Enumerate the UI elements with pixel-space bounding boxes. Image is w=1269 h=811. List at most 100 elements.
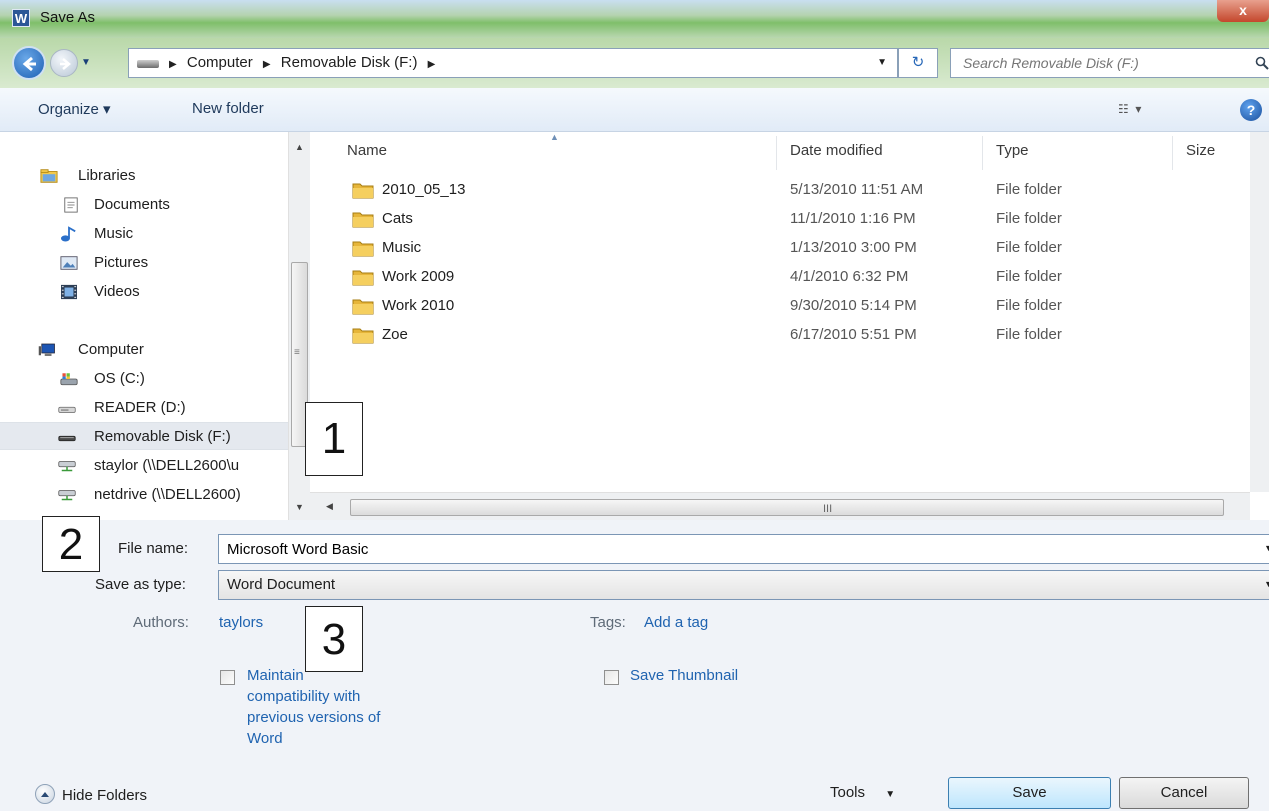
file-name-field[interactable]: ▼: [218, 534, 1269, 564]
nav-item-netdrive-network[interactable]: netdrive (\\DELL2600): [0, 481, 288, 509]
column-header-size[interactable]: Size: [1186, 142, 1215, 159]
file-name: Zoe: [382, 326, 408, 343]
column-header-date-modified[interactable]: Date modified: [790, 142, 883, 159]
address-dropdown-icon[interactable]: ▼: [877, 57, 887, 68]
pictures-icon: [60, 256, 78, 270]
network-drive-icon: [58, 461, 76, 472]
file-row[interactable]: Cats 11/1/2010 1:16 PM File folder: [310, 205, 1269, 233]
authors-label: Authors:: [133, 614, 189, 631]
maintain-compatibility-label[interactable]: Maintain compatibility with previous ver…: [247, 665, 380, 749]
authors-link[interactable]: taylors: [219, 614, 263, 631]
file-date-modified: 4/1/2010 6:32 PM: [790, 268, 909, 285]
window-title: Save As: [40, 9, 96, 26]
breadcrumb-removable-disk[interactable]: Removable Disk (F:): [281, 54, 418, 71]
search-icon: [1255, 56, 1269, 70]
hide-folders-icon[interactable]: [35, 784, 55, 804]
back-button[interactable]: [12, 46, 46, 80]
chevron-down-icon[interactable]: ▼: [1264, 543, 1269, 553]
file-list-vertical-scrollbar[interactable]: [1250, 132, 1269, 492]
chevron-down-icon: ▼: [885, 789, 896, 800]
nav-item-staylor-network[interactable]: staylor (\\DELL2600\u: [0, 452, 288, 480]
chevron-down-icon[interactable]: ▼: [1264, 579, 1269, 589]
nav-item-music[interactable]: Music: [0, 220, 288, 248]
save-thumbnail-checkbox[interactable]: [604, 670, 619, 685]
save-as-type-select[interactable]: Word Document ▼: [218, 570, 1269, 600]
scroll-up-arrow-icon[interactable]: ▲: [295, 142, 304, 152]
breadcrumb[interactable]: ▶ Computer ▶ Removable Disk (F:) ▶ ▼: [128, 48, 898, 78]
address-row: ▼ ▶ Computer ▶ Removable Disk (F:) ▶ ▼ ↻: [0, 38, 1269, 88]
videos-icon: [61, 284, 77, 300]
file-row[interactable]: Zoe 6/17/2010 5:51 PM File folder: [310, 321, 1269, 349]
save-thumbnail-label[interactable]: Save Thumbnail: [630, 665, 738, 686]
file-name: Cats: [382, 210, 413, 227]
os-drive-icon: [60, 373, 78, 386]
organize-button[interactable]: Organize ▾: [38, 100, 111, 118]
file-type: File folder: [996, 326, 1062, 343]
breadcrumb-separator-icon[interactable]: ▶: [428, 59, 436, 70]
folder-icon: [352, 299, 374, 315]
file-row[interactable]: 2010_05_13 5/13/2010 11:51 AM File folder: [310, 176, 1269, 204]
tools-button[interactable]: Tools ▼: [830, 784, 895, 801]
scroll-grip-icon: III: [823, 503, 833, 515]
view-options-icon[interactable]: ☷ ▾: [1118, 102, 1141, 116]
nav-item-libraries[interactable]: Libraries: [0, 162, 288, 190]
column-divider[interactable]: [982, 136, 983, 170]
callout-1: 1: [305, 402, 363, 476]
nav-item-reader-drive[interactable]: READER (D:): [0, 394, 288, 422]
new-folder-button[interactable]: New folder: [192, 100, 264, 117]
column-header-type[interactable]: Type: [996, 142, 1029, 159]
close-button[interactable]: x: [1217, 0, 1269, 22]
save-as-type-value: Word Document: [227, 576, 336, 593]
removable-disk-icon: [58, 435, 76, 442]
reader-drive-icon: [58, 406, 76, 413]
cancel-button[interactable]: Cancel: [1119, 777, 1249, 809]
sort-ascending-icon: ▲: [550, 132, 559, 142]
file-date-modified: 1/13/2010 3:00 PM: [790, 239, 917, 256]
recent-pages-dropdown-icon[interactable]: ▼: [81, 57, 91, 68]
folder-icon: [352, 183, 374, 199]
help-icon[interactable]: ?: [1240, 99, 1262, 121]
forward-button[interactable]: [50, 49, 78, 77]
callout-3: 3: [305, 606, 363, 672]
word-app-icon: W: [12, 9, 30, 27]
nav-item-pictures[interactable]: Pictures: [0, 249, 288, 277]
music-icon: [61, 226, 76, 242]
nav-item-videos[interactable]: Videos: [0, 278, 288, 306]
file-row[interactable]: Music 1/13/2010 3:00 PM File folder: [310, 234, 1269, 262]
file-row[interactable]: Work 2010 9/30/2010 5:14 PM File folder: [310, 292, 1269, 320]
network-drive-icon: [58, 490, 76, 501]
file-row[interactable]: Work 2009 4/1/2010 6:32 PM File folder: [310, 263, 1269, 291]
forward-arrow-icon: [60, 58, 71, 70]
column-divider[interactable]: [1172, 136, 1173, 170]
column-divider[interactable]: [776, 136, 777, 170]
maintain-compatibility-checkbox[interactable]: [220, 670, 235, 685]
file-date-modified: 5/13/2010 11:51 AM: [790, 181, 924, 198]
nav-item-os-drive[interactable]: OS (C:): [0, 365, 288, 393]
file-date-modified: 9/30/2010 5:14 PM: [790, 297, 917, 314]
drive-icon: [137, 60, 159, 68]
folder-icon: [352, 270, 374, 286]
file-list: ▲ Name Date modified Type Size 2010_05_1…: [310, 132, 1269, 492]
hide-folders-button[interactable]: Hide Folders: [62, 787, 147, 804]
column-header-name[interactable]: Name: [347, 142, 387, 159]
nav-item-computer[interactable]: Computer: [0, 336, 288, 364]
search-box[interactable]: [950, 48, 1269, 78]
add-tag-link[interactable]: Add a tag: [644, 614, 708, 631]
refresh-icon: ↻: [911, 54, 925, 71]
save-button[interactable]: Save: [948, 777, 1111, 809]
breadcrumb-separator-icon[interactable]: ▶: [263, 59, 271, 70]
scroll-left-arrow-icon[interactable]: ◀: [326, 501, 333, 512]
scroll-down-arrow-icon[interactable]: ▼: [295, 502, 304, 512]
file-name-label: File name:: [118, 540, 189, 557]
file-name-input[interactable]: [219, 535, 1225, 563]
save-options-pane: File name: ▼ Save as type: Word Document…: [0, 520, 1269, 811]
nav-item-removable-disk[interactable]: Removable Disk (F:): [0, 422, 288, 450]
scroll-thumb[interactable]: III: [350, 499, 1224, 516]
refresh-button[interactable]: ↻: [898, 48, 938, 78]
file-name: Work 2010: [382, 297, 455, 314]
breadcrumb-separator-icon[interactable]: ▶: [169, 59, 177, 70]
search-input[interactable]: [963, 50, 1253, 76]
breadcrumb-computer[interactable]: Computer: [187, 54, 253, 71]
file-list-horizontal-scrollbar[interactable]: ◀ III: [310, 492, 1250, 520]
nav-item-documents[interactable]: Documents: [0, 191, 288, 219]
